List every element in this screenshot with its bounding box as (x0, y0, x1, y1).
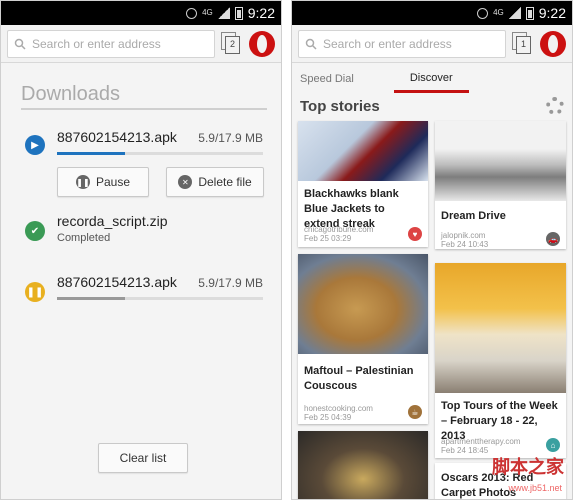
story-date: Feb 25 03:29 (304, 234, 352, 243)
download-filename: 887602154213.apk (57, 274, 177, 290)
story-card[interactable] (298, 431, 428, 499)
address-placeholder: Search or enter address (323, 36, 452, 51)
tab-count: 1 (516, 35, 531, 54)
delete-icon: ✕ (178, 175, 193, 189)
section-title[interactable]: Top stories (300, 98, 380, 115)
story-image (435, 121, 566, 201)
signal-icon (508, 7, 521, 19)
download-size: 5.9/17.9 MB (198, 276, 263, 290)
story-source: honestcooking.com (304, 404, 373, 413)
battery-icon (234, 6, 243, 20)
watermark-url: www.jb51.net (508, 483, 562, 493)
download-progress (57, 152, 263, 155)
food-icon: ☕ (408, 405, 422, 419)
story-card[interactable]: Maftoul – Palestinian Couscous honestcoo… (298, 254, 428, 424)
address-placeholder: Search or enter address (32, 36, 161, 51)
download-size: 5.9/17.9 MB (198, 131, 263, 145)
tab-speed-dial[interactable]: Speed Dial (300, 73, 354, 93)
tabs-button[interactable]: 1 (512, 31, 534, 56)
download-item[interactable]: ▶ 887602154213.apk 5.9/17.9 MB (21, 129, 263, 169)
story-title: Maftoul – Palestinian Couscous (304, 365, 414, 392)
progress-fill (57, 152, 125, 155)
check-icon: ✔ (25, 221, 45, 241)
download-progress (57, 297, 263, 300)
network-type: 4G (493, 8, 504, 17)
download-filename: recorda_script.zip (57, 213, 168, 229)
page-title: Downloads (21, 83, 267, 110)
status-bar: 4G 9:22 (292, 1, 572, 25)
browser-toolbar: Search or enter address 1 (292, 25, 572, 63)
pause-button[interactable]: ❚❚ Pause (57, 167, 149, 197)
story-source: apartmenttherapy.com (441, 437, 521, 446)
paused-icon[interactable]: ❚❚ (25, 282, 45, 302)
network-type: 4G (202, 8, 213, 17)
tab-discover[interactable]: Discover (393, 72, 469, 93)
browser-toolbar: Search or enter address 2 (1, 25, 281, 63)
downloads-screen: 4G 9:22 Search or enter address 2 Downlo… (0, 0, 282, 500)
story-image (298, 431, 428, 499)
story-date: Feb 25 04:39 (304, 413, 352, 422)
tabs-button[interactable]: 2 (221, 31, 243, 56)
home-icon: ⌂ (546, 438, 560, 452)
progress-fill (57, 297, 125, 300)
story-card[interactable]: Top Tours of the Week – February 18 - 22… (435, 263, 566, 458)
alarm-icon (477, 7, 489, 19)
address-bar[interactable]: Search or enter address (298, 29, 506, 58)
discover-screen: 4G 9:22 Search or enter address 1 Speed … (291, 0, 573, 500)
story-image (435, 263, 566, 393)
pause-icon: ❚❚ (75, 175, 90, 189)
story-date: Feb 24 10:43 (441, 240, 489, 249)
opera-menu-icon[interactable] (249, 30, 275, 57)
download-item[interactable]: ❚❚ 887602154213.apk 5.9/17.9 MB (21, 274, 263, 314)
story-source: jalopnik.com (441, 231, 486, 240)
clear-list-button[interactable]: Clear list (98, 443, 188, 473)
signal-icon (217, 7, 230, 19)
status-bar: 4G 9:22 (1, 1, 281, 25)
pause-label: Pause (95, 175, 131, 189)
download-item[interactable]: ✔ recorda_script.zip Completed (21, 213, 263, 253)
section-header: Top stories (292, 93, 572, 119)
download-filename: 887602154213.apk (57, 129, 177, 145)
story-date: Feb 24 18:45 (441, 446, 489, 455)
heart-icon: ♥ (408, 227, 422, 241)
opera-menu-icon[interactable] (540, 30, 566, 57)
alarm-icon (186, 7, 198, 19)
delete-label: Delete file (198, 175, 252, 189)
story-title: Dream Drive (441, 210, 506, 222)
story-card[interactable]: Blackhawks blank Blue Jackets to extend … (298, 121, 428, 247)
story-source: chicagotribune.com (304, 225, 374, 234)
search-icon (14, 38, 26, 50)
search-icon (305, 38, 317, 50)
clock: 9:22 (538, 5, 566, 21)
delete-file-button[interactable]: ✕ Delete file (166, 167, 264, 197)
address-bar[interactable]: Search or enter address (7, 29, 215, 58)
gear-icon[interactable] (546, 97, 564, 115)
tab-count: 2 (225, 35, 240, 54)
play-icon[interactable]: ▶ (25, 135, 45, 155)
tab-bar: Speed Dial Discover (292, 63, 572, 93)
story-image (298, 121, 428, 181)
clear-list-label: Clear list (119, 451, 167, 465)
clock: 9:22 (247, 5, 275, 21)
story-card[interactable]: Dream Drive jalopnik.com Feb 24 10:43 🚗 (435, 121, 566, 249)
download-status: Completed (57, 232, 111, 244)
battery-icon (525, 6, 534, 20)
watermark: 脚本之家 (492, 457, 564, 477)
story-image (298, 254, 428, 354)
car-icon: 🚗 (546, 232, 560, 246)
